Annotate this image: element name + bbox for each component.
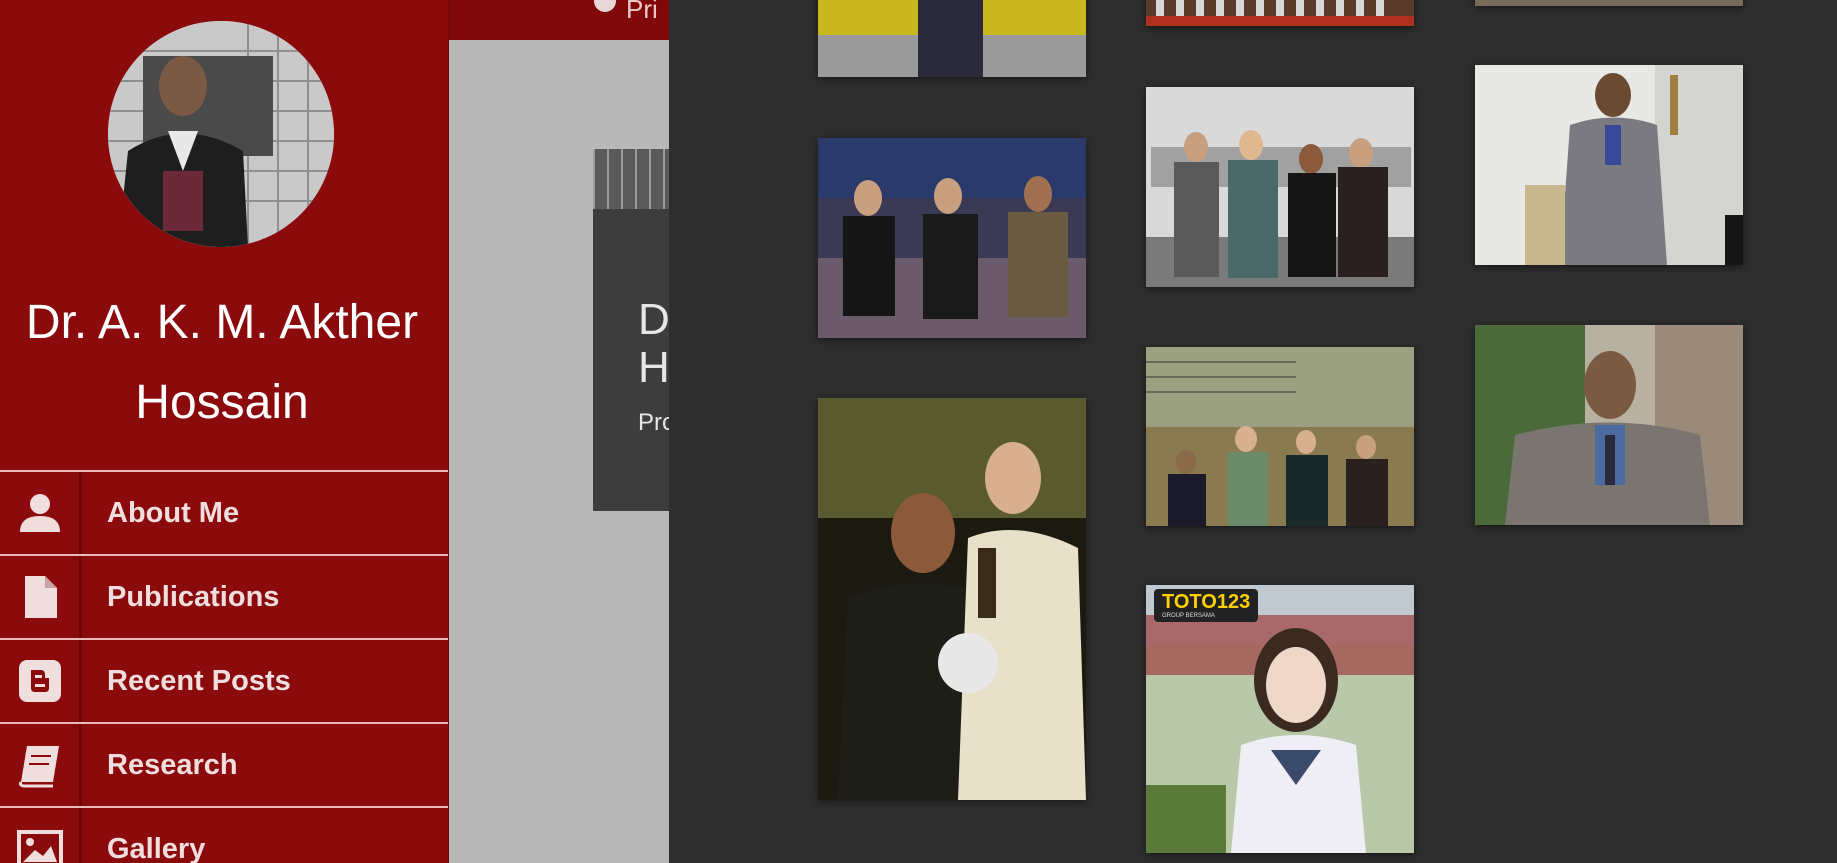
- profile-photo: [108, 21, 334, 247]
- gallery-photo[interactable]: [818, 138, 1086, 338]
- gallery-photo[interactable]: [1146, 347, 1414, 526]
- sidebar-item-gallery[interactable]: Gallery: [0, 806, 448, 863]
- watermark-badge: TOTO123 GROUP BERSAMA: [1154, 589, 1259, 622]
- gallery-photo[interactable]: [1475, 65, 1743, 265]
- gallery-photo[interactable]: [818, 398, 1086, 800]
- gallery-photo[interactable]: [1475, 0, 1743, 6]
- gallery-photo[interactable]: [1146, 87, 1414, 287]
- gallery-lightbox: TOTO123 GROUP BERSAMA: [669, 0, 1837, 863]
- sidebar-item-label: Gallery: [107, 832, 206, 863]
- sidebar-nav: About Me Publications Recent Posts Resea…: [0, 470, 448, 863]
- profile-name: Dr. A. K. M. Akther Hossain: [25, 296, 419, 429]
- hero-banner: D H Pro: [593, 149, 673, 511]
- gallery-photo[interactable]: [1475, 325, 1743, 525]
- hero-title-line-1: D: [638, 295, 670, 344]
- hero-subtitle: Pro: [638, 409, 673, 436]
- sidebar-item-label: Publications: [107, 580, 280, 613]
- sidebar: Dr. A. K. M. Akther Hossain About Me Pub…: [0, 0, 449, 863]
- sidebar-item-about-me[interactable]: About Me: [0, 470, 448, 554]
- document-icon: [0, 556, 82, 638]
- image-icon: [0, 808, 82, 863]
- sidebar-item-label: Recent Posts: [107, 664, 291, 697]
- hero-title-line-2: H: [638, 343, 670, 392]
- gallery-photo[interactable]: [818, 0, 1086, 77]
- profile-avatar: [108, 21, 334, 247]
- hero-image: [593, 149, 673, 209]
- sidebar-item-recent-posts[interactable]: Recent Posts: [0, 638, 448, 722]
- top-nav-link-label[interactable]: Pri: [626, 0, 658, 25]
- book-icon: [0, 724, 82, 806]
- gallery-photo[interactable]: [1146, 0, 1414, 26]
- sidebar-item-label: About Me: [107, 496, 240, 529]
- blogger-icon: [0, 640, 82, 722]
- sidebar-item-research[interactable]: Research: [0, 722, 448, 806]
- user-icon: [0, 472, 82, 554]
- sidebar-item-publications[interactable]: Publications: [0, 554, 448, 638]
- sidebar-item-label: Research: [107, 748, 238, 781]
- gallery-photo[interactable]: TOTO123 GROUP BERSAMA: [1146, 585, 1414, 853]
